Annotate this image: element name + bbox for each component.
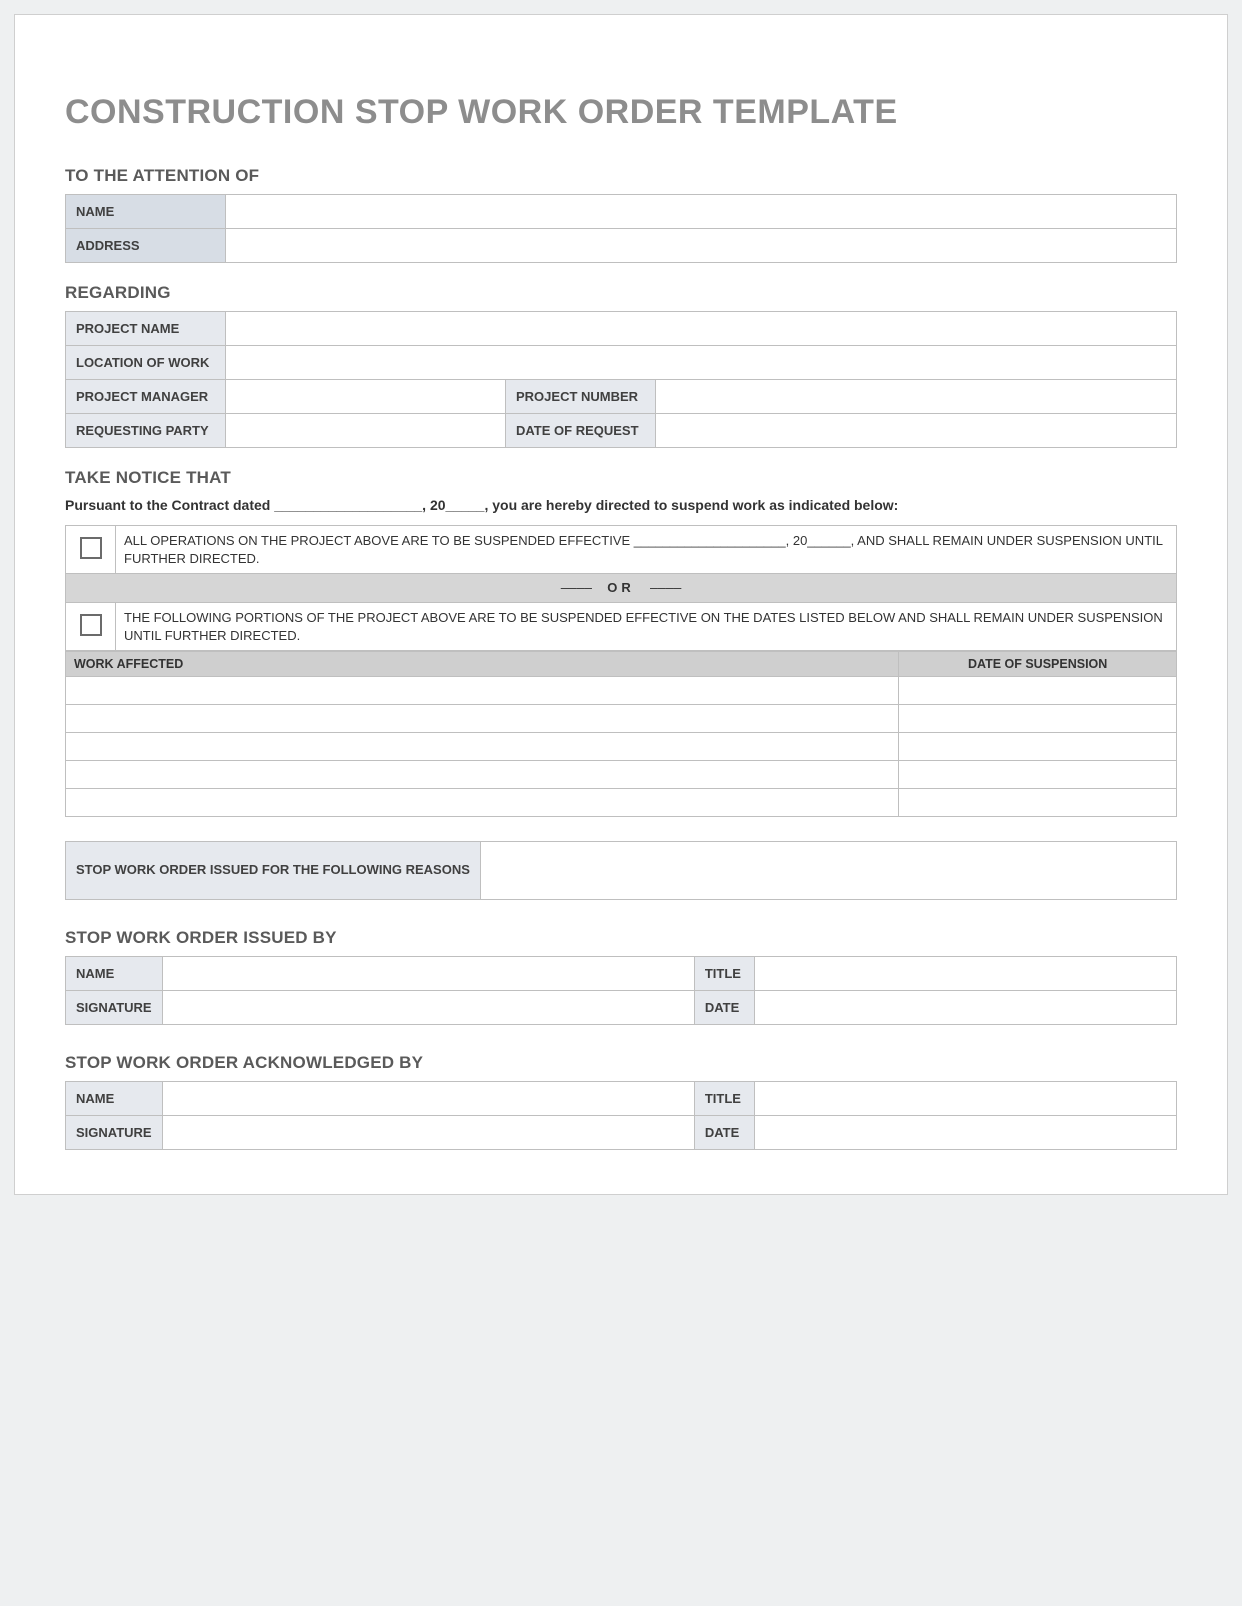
regarding-projnum-label: PROJECT NUMBER xyxy=(506,380,656,414)
regarding-projectname-field[interactable] xyxy=(226,312,1177,346)
regarding-location-label: LOCATION OF WORK xyxy=(66,346,226,380)
attention-address-label: ADDRESS xyxy=(66,229,226,263)
ackby-sig-label: SIGNATURE xyxy=(66,1116,163,1150)
regarding-pm-field[interactable] xyxy=(226,380,506,414)
date-suspension-header: DATE OF SUSPENSION xyxy=(899,652,1177,677)
notice-or-divider: ———— OR ———— xyxy=(66,574,1177,603)
date-suspension-cell[interactable] xyxy=(899,761,1177,789)
notice-pursuant-text: Pursuant to the Contract dated _________… xyxy=(65,496,1177,515)
attention-table: NAME ADDRESS xyxy=(65,194,1177,263)
work-affected-header: WORK AFFECTED xyxy=(66,652,899,677)
notice-option-b-text: THE FOLLOWING PORTIONS OF THE PROJECT AB… xyxy=(116,603,1177,651)
date-suspension-cell[interactable] xyxy=(899,789,1177,817)
ackby-date-field[interactable] xyxy=(754,1116,1176,1150)
attention-address-field[interactable] xyxy=(226,229,1177,263)
section-notice-header: TAKE NOTICE THAT xyxy=(65,468,1177,488)
issuedby-sig-label: SIGNATURE xyxy=(66,991,163,1025)
ackby-sig-field[interactable] xyxy=(162,1116,694,1150)
issuedby-date-label: DATE xyxy=(694,991,754,1025)
reasons-field[interactable] xyxy=(480,842,1176,900)
notice-option-a-checkbox-cell xyxy=(66,525,116,573)
section-attention-header: TO THE ATTENTION OF xyxy=(65,166,1177,186)
checkbox-icon[interactable] xyxy=(80,537,102,559)
ackby-table: NAME TITLE SIGNATURE DATE xyxy=(65,1081,1177,1150)
notice-option-a-text: ALL OPERATIONS ON THE PROJECT ABOVE ARE … xyxy=(116,525,1177,573)
work-affected-table: WORK AFFECTED DATE OF SUSPENSION xyxy=(65,651,1177,817)
issuedby-date-field[interactable] xyxy=(754,991,1176,1025)
issuedby-table: NAME TITLE SIGNATURE DATE xyxy=(65,956,1177,1025)
date-suspension-cell[interactable] xyxy=(899,733,1177,761)
issuedby-sig-field[interactable] xyxy=(162,991,694,1025)
issuedby-name-field[interactable] xyxy=(162,957,694,991)
regarding-table: PROJECT NAME LOCATION OF WORK PROJECT MA… xyxy=(65,311,1177,448)
attention-name-field[interactable] xyxy=(226,195,1177,229)
regarding-reqparty-label: REQUESTING PARTY xyxy=(66,414,226,448)
issuedby-name-label: NAME xyxy=(66,957,163,991)
date-suspension-cell[interactable] xyxy=(899,677,1177,705)
document-title: CONSTRUCTION STOP WORK ORDER TEMPLATE xyxy=(65,93,1177,132)
section-ackby-header: STOP WORK ORDER ACKNOWLEDGED BY xyxy=(65,1053,1177,1073)
work-affected-cell[interactable] xyxy=(66,705,899,733)
ackby-title-field[interactable] xyxy=(754,1082,1176,1116)
reasons-table: STOP WORK ORDER ISSUED FOR THE FOLLOWING… xyxy=(65,841,1177,900)
regarding-datereq-field[interactable] xyxy=(656,414,1177,448)
ackby-title-label: TITLE xyxy=(694,1082,754,1116)
regarding-datereq-label: DATE OF REQUEST xyxy=(506,414,656,448)
regarding-projectname-label: PROJECT NAME xyxy=(66,312,226,346)
work-affected-cell[interactable] xyxy=(66,677,899,705)
ackby-date-label: DATE xyxy=(694,1116,754,1150)
document-page: CONSTRUCTION STOP WORK ORDER TEMPLATE TO… xyxy=(14,14,1228,1195)
attention-name-label: NAME xyxy=(66,195,226,229)
work-affected-cell[interactable] xyxy=(66,733,899,761)
date-suspension-cell[interactable] xyxy=(899,705,1177,733)
issuedby-title-field[interactable] xyxy=(754,957,1176,991)
ackby-name-label: NAME xyxy=(66,1082,163,1116)
notice-option-b-checkbox-cell xyxy=(66,603,116,651)
work-affected-cell[interactable] xyxy=(66,789,899,817)
regarding-reqparty-field[interactable] xyxy=(226,414,506,448)
issuedby-title-label: TITLE xyxy=(694,957,754,991)
section-regarding-header: REGARDING xyxy=(65,283,1177,303)
section-issuedby-header: STOP WORK ORDER ISSUED BY xyxy=(65,928,1177,948)
notice-options-table: ALL OPERATIONS ON THE PROJECT ABOVE ARE … xyxy=(65,525,1177,651)
regarding-projnum-field[interactable] xyxy=(656,380,1177,414)
ackby-name-field[interactable] xyxy=(162,1082,694,1116)
regarding-location-field[interactable] xyxy=(226,346,1177,380)
reasons-label: STOP WORK ORDER ISSUED FOR THE FOLLOWING… xyxy=(66,842,481,900)
work-affected-cell[interactable] xyxy=(66,761,899,789)
checkbox-icon[interactable] xyxy=(80,614,102,636)
regarding-pm-label: PROJECT MANAGER xyxy=(66,380,226,414)
